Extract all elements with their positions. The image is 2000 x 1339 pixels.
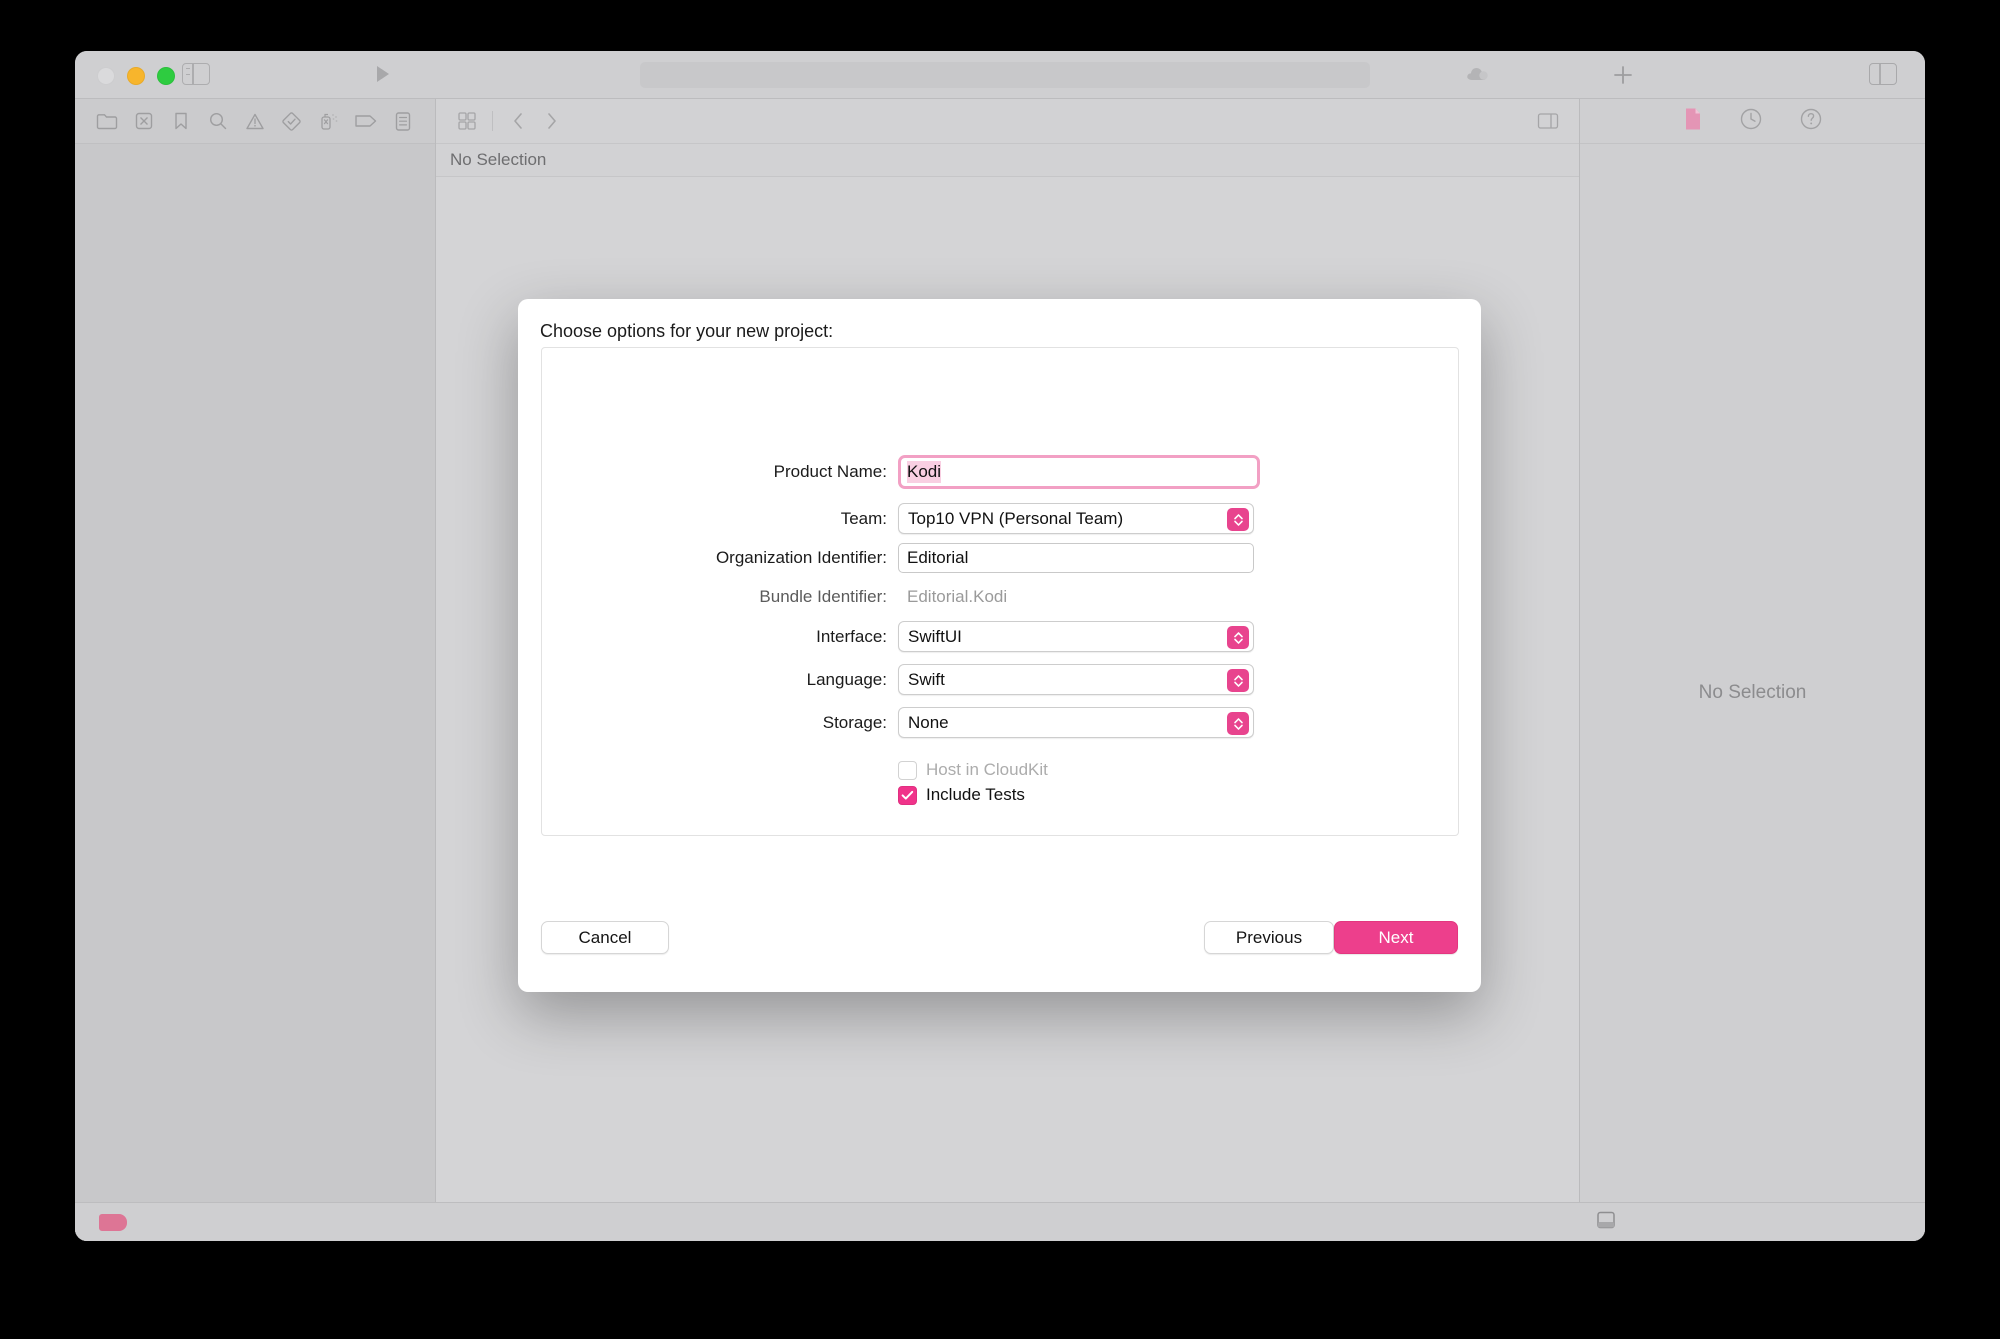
inspector-toolbar (1580, 99, 1925, 144)
tag-icon[interactable] (347, 108, 384, 134)
screen: No Selection No Selection Choose options… (0, 0, 2000, 1339)
report-list-icon[interactable] (384, 108, 421, 134)
team-label: Team: (840, 508, 887, 528)
status-bar-right (1580, 1210, 1925, 1235)
form-row-language: Language: Swift (542, 664, 1458, 695)
cloud-icon[interactable] (1465, 65, 1493, 83)
chevron-updown-icon (1227, 626, 1249, 649)
chevron-left-icon[interactable] (501, 108, 535, 134)
bookmark-icon[interactable] (163, 108, 200, 134)
file-inspector-icon[interactable] (1683, 107, 1703, 136)
sidebar-right-icon[interactable] (1869, 63, 1897, 85)
search-icon[interactable] (200, 108, 237, 134)
console-toggle-icon[interactable] (1595, 1210, 1617, 1235)
chevron-right-icon[interactable] (535, 108, 569, 134)
language-popup-button[interactable]: Swift (898, 664, 1254, 695)
form-row-product-name: Product Name: Kodi (542, 455, 1458, 489)
form-row-team: Team: Top10 VPN (Personal Team) (542, 503, 1458, 534)
toolbar-divider (492, 111, 493, 131)
history-clock-icon[interactable] (1739, 107, 1763, 136)
form-row-interface: Interface: SwiftUI (542, 621, 1458, 652)
maximize-window-button[interactable] (157, 67, 175, 85)
form-row-storage: Storage: None (542, 707, 1458, 738)
help-question-icon[interactable] (1799, 107, 1823, 136)
checkbox-row-host-in-cloudkit: Host in CloudKit (542, 760, 1458, 780)
jumpbar-label: No Selection (450, 150, 547, 169)
editor-split-icon[interactable] (1531, 108, 1565, 134)
chevron-updown-icon (1227, 669, 1249, 692)
interface-popup-button[interactable]: SwiftUI (898, 621, 1254, 652)
status-bar-left (75, 1213, 459, 1231)
team-popup-button[interactable]: Top10 VPN (Personal Team) (898, 503, 1254, 534)
minimize-window-button[interactable] (127, 67, 145, 85)
traffic-lights (97, 67, 175, 85)
bundle-identifier-value: Editorial.Kodi (907, 587, 1008, 606)
inspector-panel: No Selection (1580, 99, 1925, 1241)
next-button[interactable]: Next (1334, 921, 1458, 954)
navigator-toolbar (75, 99, 435, 144)
organization-identifier-input[interactable]: Editorial (898, 543, 1254, 573)
product-name-label: Product Name: (773, 462, 887, 481)
close-window-button[interactable] (97, 67, 115, 85)
plus-icon[interactable] (1612, 64, 1634, 86)
editor-toolbar (436, 99, 1579, 144)
form-row-bundle-identifier: Bundle Identifier: Editorial.Kodi (542, 582, 1458, 612)
new-project-options-sheet: Choose options for your new project: Pro… (518, 299, 1481, 992)
debug-spray-icon[interactable] (310, 108, 347, 134)
previous-button[interactable]: Previous (1204, 921, 1334, 954)
storage-popup-button[interactable]: None (898, 707, 1254, 738)
storage-label: Storage: (822, 712, 887, 732)
checkbox-row-include-tests: Include Tests (542, 785, 1458, 805)
cancel-button[interactable]: Cancel (541, 921, 669, 954)
organization-identifier-value: Editorial (907, 548, 969, 567)
product-name-value: Kodi (907, 461, 942, 483)
inspector-empty-label: No Selection (1698, 682, 1807, 703)
language-value: Swift (908, 669, 945, 689)
window-titlebar (75, 51, 1925, 99)
team-value: Top10 VPN (Personal Team) (908, 508, 1124, 528)
test-diamond-icon[interactable] (273, 108, 310, 134)
inspector-empty-state: No Selection (1580, 144, 1925, 1241)
editor-jumpbar[interactable]: No Selection (436, 144, 1579, 177)
interface-label: Interface: (816, 626, 887, 646)
sheet-footer: Cancel Previous Next (518, 872, 1481, 992)
form-row-organization-identifier: Organization Identifier: Editorial (542, 543, 1458, 573)
chevron-updown-icon (1227, 712, 1249, 735)
navigator-panel (75, 99, 436, 1241)
chevron-updown-icon (1227, 508, 1249, 531)
sheet-options-box: Product Name: Kodi Team: Top10 VPN (Pers… (541, 347, 1459, 836)
include-tests-label: Include Tests (926, 785, 1025, 804)
bundle-identifier-label: Bundle Identifier: (759, 587, 887, 606)
editor-layout-icon[interactable] (450, 108, 484, 134)
project-options-form: Product Name: Kodi Team: Top10 VPN (Pers… (542, 455, 1458, 810)
folder-icon[interactable] (89, 108, 126, 134)
include-tests-checkbox[interactable] (898, 785, 917, 805)
storage-value: None (908, 712, 949, 732)
window-title-placeholder (640, 62, 1370, 88)
run-play-icon[interactable] (371, 63, 393, 85)
navigator-content-area (75, 144, 435, 1241)
interface-value: SwiftUI (908, 626, 962, 646)
organization-identifier-label: Organization Identifier: (715, 548, 887, 567)
status-bar (75, 1202, 1925, 1241)
host-in-cloudkit-label: Host in CloudKit (926, 760, 1048, 779)
sidebar-left-icon[interactable] (182, 63, 210, 85)
language-label: Language: (806, 669, 887, 689)
host-in-cloudkit-checkbox[interactable] (898, 760, 917, 780)
pink-tag-badge[interactable] (99, 1213, 127, 1231)
warning-triangle-icon[interactable] (237, 108, 274, 134)
source-control-icon[interactable] (126, 108, 163, 134)
product-name-input[interactable]: Kodi (898, 455, 1260, 489)
sheet-title: Choose options for your new project: (540, 321, 834, 341)
